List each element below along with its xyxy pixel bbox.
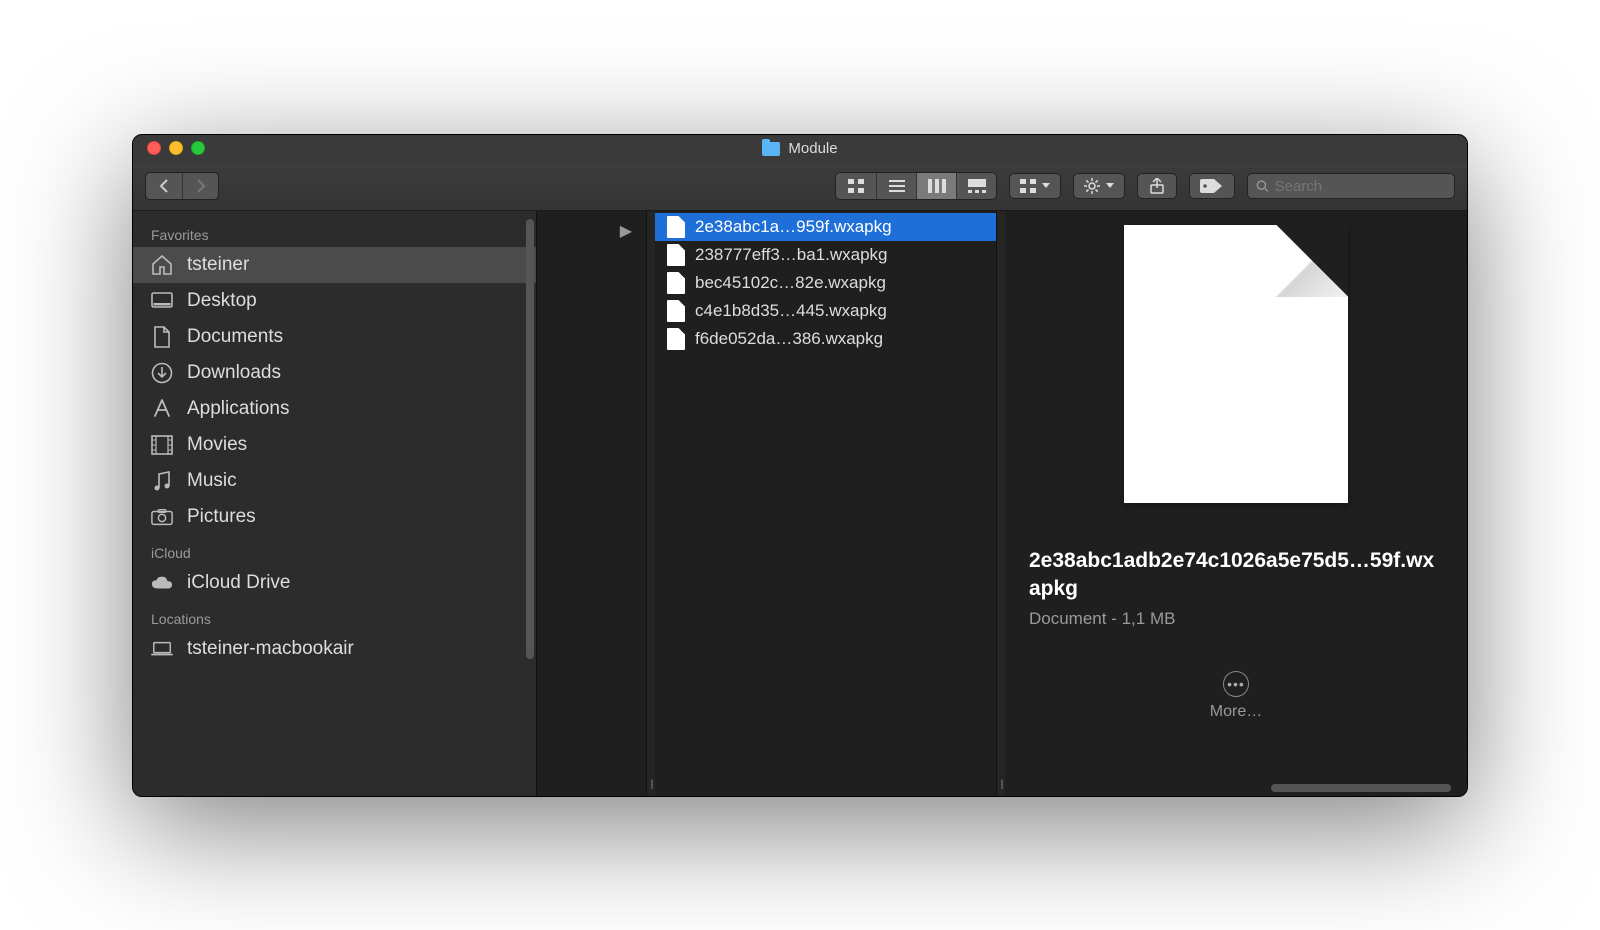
music-icon [151, 471, 173, 491]
view-columns-button[interactable] [916, 173, 956, 199]
preview-thumbnail[interactable] [1124, 225, 1348, 503]
maximize-window-button[interactable] [191, 141, 205, 155]
file-row[interactable]: c4e1b8d35…445.wxapkg [655, 297, 996, 325]
close-window-button[interactable] [147, 141, 161, 155]
sidebar-item-movies[interactable]: Movies [133, 427, 536, 463]
file-row[interactable]: 2e38abc1a…959f.wxapkg [655, 213, 996, 241]
tags-button[interactable] [1189, 173, 1235, 199]
sidebar-item-applications[interactable]: Applications [133, 391, 536, 427]
preview-filename: 2e38abc1adb2e74c1026a5e75d5…59f.wxapkg [1029, 547, 1443, 604]
page-fold-icon [1276, 225, 1348, 297]
sidebar-header-locations: Locations [133, 601, 536, 631]
preview-pane: 2e38abc1adb2e74c1026a5e75d5…59f.wxapkg D… [1005, 211, 1467, 796]
action-button[interactable] [1073, 173, 1125, 199]
applications-icon [151, 399, 173, 419]
window-title: Module [788, 140, 837, 157]
column-parent[interactable]: ▶ [537, 211, 647, 796]
tag-icon [1200, 179, 1224, 193]
sidebar-item-music[interactable]: Music [133, 463, 536, 499]
movies-icon [151, 435, 173, 455]
sidebar-scrollbar[interactable] [526, 219, 534, 659]
column-resize-handle[interactable]: || [647, 211, 655, 796]
folder-icon [762, 142, 780, 156]
document-icon [667, 272, 685, 294]
sidebar-item-label: Desktop [187, 290, 257, 312]
sidebar-item-desktop[interactable]: Desktop [133, 283, 536, 319]
file-name: 238777eff3…ba1.wxapkg [695, 245, 888, 265]
sidebar-item-pictures[interactable]: Pictures [133, 499, 536, 535]
sidebar-item-label: Pictures [187, 506, 256, 528]
file-name: c4e1b8d35…445.wxapkg [695, 301, 887, 321]
column-files: 2e38abc1a…959f.wxapkg 238777eff3…ba1.wxa… [655, 211, 997, 796]
nav-buttons [145, 172, 219, 200]
document-icon [667, 244, 685, 266]
file-name: f6de052da…386.wxapkg [695, 329, 883, 349]
documents-icon [151, 327, 173, 347]
share-button[interactable] [1137, 173, 1177, 199]
view-icons-button[interactable] [836, 173, 876, 199]
cloud-icon [151, 573, 173, 593]
sidebar-item-label: Documents [187, 326, 283, 348]
share-icon [1150, 178, 1164, 194]
preview-metadata: Document - 1,1 MB [1029, 609, 1443, 629]
document-icon [667, 300, 685, 322]
gear-icon [1084, 178, 1100, 194]
sidebar-item-label: Music [187, 470, 237, 492]
more-label: More… [1210, 703, 1262, 721]
sidebar-item-label: Applications [187, 398, 289, 420]
finder-window: Module [132, 134, 1468, 797]
back-button[interactable] [146, 173, 182, 199]
view-mode-group [835, 172, 997, 200]
ellipsis-icon: ••• [1223, 671, 1249, 697]
sidebar-item-label: iCloud Drive [187, 572, 290, 594]
file-name: 2e38abc1a…959f.wxapkg [695, 217, 892, 237]
search-input[interactable] [1275, 178, 1446, 195]
sidebar-item-icloud-drive[interactable]: iCloud Drive [133, 565, 536, 601]
sidebar-item-label: tsteiner [187, 254, 249, 276]
document-icon [667, 328, 685, 350]
laptop-icon [151, 639, 173, 659]
file-row[interactable]: 238777eff3…ba1.wxapkg [655, 241, 996, 269]
sidebar-item-label: Movies [187, 434, 247, 456]
search-icon [1256, 179, 1269, 193]
sidebar-item-home[interactable]: tsteiner [133, 247, 536, 283]
toolbar [133, 163, 1467, 211]
forward-button[interactable] [182, 173, 218, 199]
sidebar-header-favorites: Favorites [133, 217, 536, 247]
pictures-icon [151, 507, 173, 527]
sidebar-item-laptop[interactable]: tsteiner-macbookair [133, 631, 536, 667]
arrange-button[interactable] [1009, 173, 1061, 199]
chevron-down-icon [1042, 183, 1050, 189]
desktop-icon [151, 291, 173, 311]
sidebar: Favorites tsteiner Desktop Documents Dow… [133, 211, 537, 796]
chevron-down-icon [1106, 183, 1114, 189]
document-icon [667, 216, 685, 238]
titlebar[interactable]: Module [133, 135, 1467, 163]
search-field[interactable] [1247, 173, 1455, 199]
disclosure-arrow-icon: ▶ [620, 221, 632, 241]
sidebar-header-icloud: iCloud [133, 535, 536, 565]
more-button[interactable]: ••• More… [1210, 671, 1262, 721]
home-icon [151, 255, 173, 275]
file-row[interactable]: f6de052da…386.wxapkg [655, 325, 996, 353]
sidebar-item-downloads[interactable]: Downloads [133, 355, 536, 391]
column-resize-handle[interactable]: || [997, 211, 1005, 796]
view-gallery-button[interactable] [956, 173, 996, 199]
sidebar-item-label: tsteiner-macbookair [187, 638, 354, 660]
file-name: bec45102c…82e.wxapkg [695, 273, 886, 293]
view-list-button[interactable] [876, 173, 916, 199]
minimize-window-button[interactable] [169, 141, 183, 155]
file-row[interactable]: bec45102c…82e.wxapkg [655, 269, 996, 297]
downloads-icon [151, 363, 173, 383]
horizontal-scrollbar[interactable] [1271, 784, 1451, 792]
sidebar-item-label: Downloads [187, 362, 281, 384]
sidebar-item-documents[interactable]: Documents [133, 319, 536, 355]
